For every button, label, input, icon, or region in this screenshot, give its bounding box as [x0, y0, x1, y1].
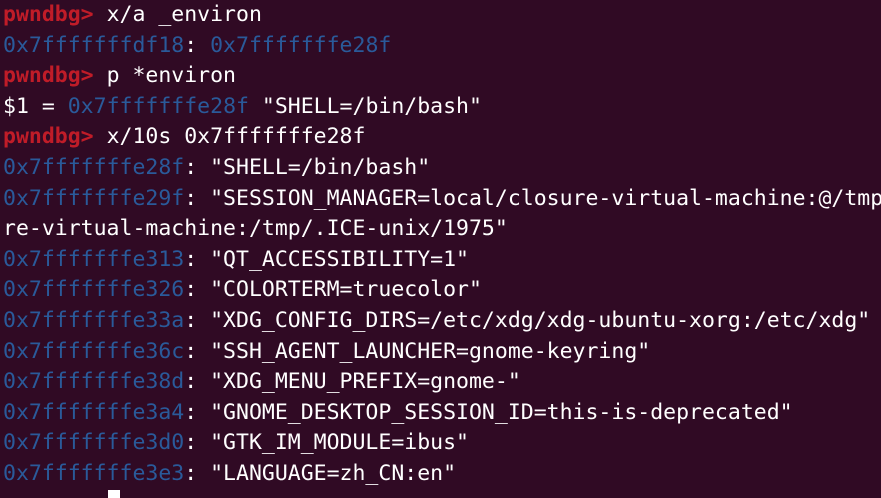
prompt-label: pwndbg> [3, 63, 107, 89]
command-text: x/a _environ [106, 2, 262, 27]
memory-address: 0x7fffffffe3e3 [3, 460, 185, 486]
output-line: 0x7fffffffe326: "COLORTERM=truecolor" [3, 275, 881, 306]
prompt-line: pwndbg> x/a _environ [3, 0, 881, 31]
string-value: "SHELL=/bin/bash" [248, 93, 482, 119]
output-line: 0x7fffffffe3a4: "GNOME_DESKTOP_SESSION_I… [3, 398, 881, 429]
string-value: : "LANGUAGE=zh_CN:en" [184, 460, 457, 486]
memory-address: 0x7fffffffe28f [3, 154, 185, 180]
output-line: 0x7fffffffe3e3: "LANGUAGE=zh_CN:en" [3, 459, 881, 490]
string-value: : "COLORTERM=truecolor" [184, 277, 482, 303]
memory-address: 0x7fffffffe313 [3, 246, 185, 272]
memory-address: 0x7fffffffe29f [3, 185, 185, 211]
string-value: : "SHELL=/bin/bash" [184, 154, 431, 180]
memory-address: 0x7fffffffe3d0 [3, 430, 185, 456]
command-text: p *environ [106, 63, 237, 89]
memory-address-value: 0x7fffffffe28f [210, 32, 392, 58]
memory-address: 0x7fffffffe36c [3, 338, 185, 364]
string-value: : "QT_ACCESSIBILITY=1" [184, 246, 469, 272]
string-value: : "XDG_MENU_PREFIX=gnome-" [184, 369, 521, 395]
string-value: : "SSH_AGENT_LAUNCHER=gnome-keyring" [184, 338, 651, 364]
terminal-window[interactable]: pwndbg> x/a _environ 0x7fffffffdf18: 0x7… [0, 0, 881, 498]
output-line: 0x7fffffffe3d0: "GTK_IM_MODULE=ibus" [3, 428, 881, 459]
output-line: 0x7fffffffe28f: "SHELL=/bin/bash" [3, 153, 881, 184]
output-line: $1 = 0x7fffffffe28f "SHELL=/bin/bash" [3, 92, 881, 123]
prompt-label: pwndbg> [3, 124, 107, 150]
string-value: : "XDG_CONFIG_DIRS=/etc/xdg/xdg-ubuntu-x… [184, 307, 871, 333]
string-value: : "SESSION_MANAGER=local/closure-virtual… [184, 185, 881, 211]
command-text: x/10s 0x7fffffffe28f [106, 124, 366, 150]
memory-address: 0x7fffffffe3a4 [3, 399, 185, 425]
output-line: 0x7fffffffe33a: "XDG_CONFIG_DIRS=/etc/xd… [3, 306, 881, 337]
output-line: 0x7fffffffe38d: "XDG_MENU_PREFIX=gnome-" [3, 367, 881, 398]
separator: : [184, 32, 211, 58]
string-value: re-virtual-machine:/tmp/.ICE-unix/1975" [3, 216, 508, 242]
value-label: $1 = [3, 93, 68, 119]
output-line: 0x7fffffffe313: "QT_ACCESSIBILITY=1" [3, 245, 881, 276]
output-line: 0x7fffffffe29f: "SESSION_MANAGER=local/c… [3, 184, 881, 215]
prompt-label: pwndbg> [3, 2, 107, 27]
memory-address: 0x7fffffffe326 [3, 277, 185, 303]
memory-address: 0x7fffffffdf18 [3, 32, 185, 58]
prompt-line: pwndbg> p *environ [3, 61, 881, 92]
string-value: : "GTK_IM_MODULE=ibus" [184, 430, 469, 456]
text-cursor [108, 490, 120, 498]
prompt-line: pwndbg> x/10s 0x7fffffffe28f [3, 122, 881, 153]
output-line: 0x7fffffffe36c: "SSH_AGENT_LAUNCHER=gnom… [3, 337, 881, 368]
memory-address: 0x7fffffffe28f [67, 93, 249, 119]
string-value: : "GNOME_DESKTOP_SESSION_ID=this-is-depr… [184, 399, 793, 425]
memory-address: 0x7fffffffe38d [3, 369, 185, 395]
output-line-wrapped: re-virtual-machine:/tmp/.ICE-unix/1975" [3, 214, 881, 245]
memory-address: 0x7fffffffe33a [3, 307, 185, 333]
output-line: 0x7fffffffdf18: 0x7fffffffe28f [3, 31, 881, 62]
